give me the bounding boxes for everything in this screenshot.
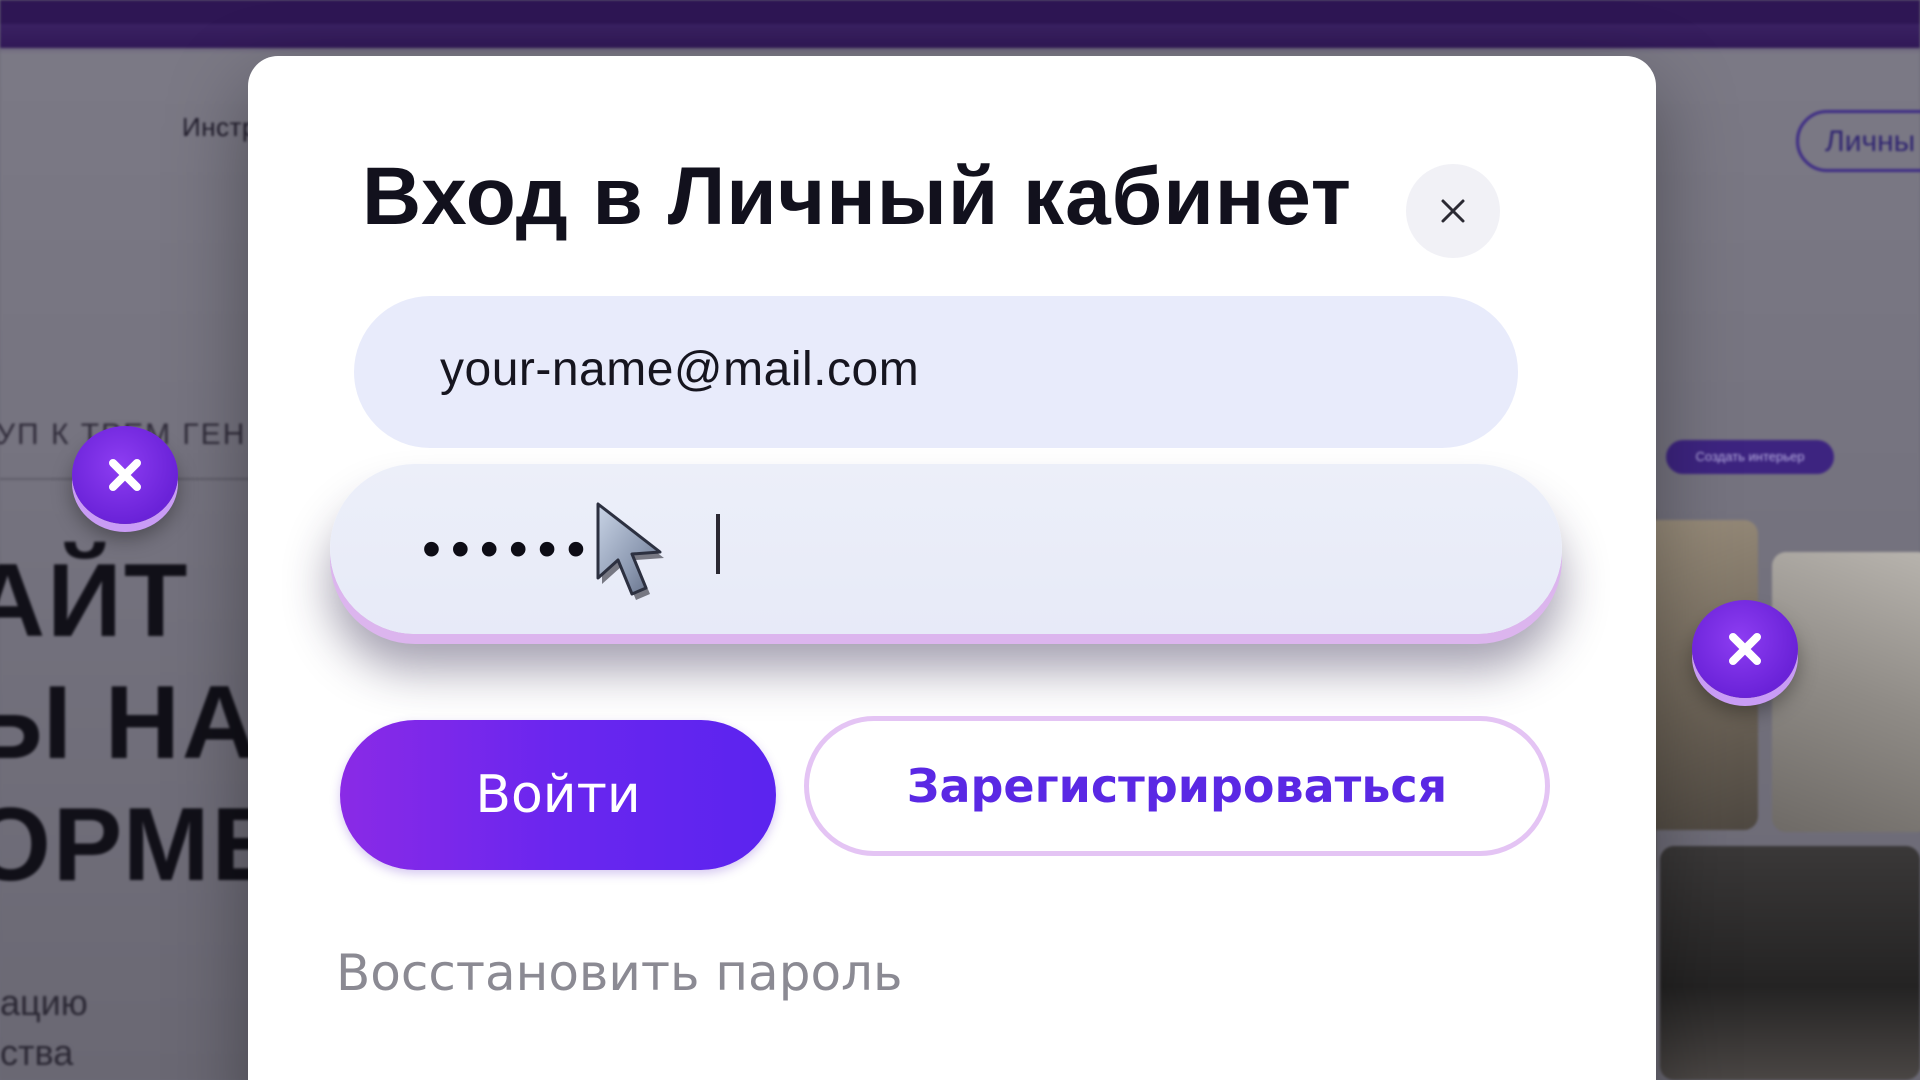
- background-cabinet-button[interactable]: Личны: [1796, 110, 1920, 172]
- login-modal: Вход в Личный кабинет your-name@mail.com…: [248, 56, 1656, 1080]
- background-photo: [1660, 846, 1920, 1080]
- register-button[interactable]: Зарегистрироваться: [804, 716, 1550, 856]
- mouse-pointer-icon: [596, 502, 664, 600]
- close-badge-icon: [72, 426, 178, 524]
- background-photo: [1772, 552, 1920, 832]
- background-topbar-shadow: [0, 24, 1920, 54]
- text-caret: [716, 514, 720, 574]
- close-button[interactable]: [1406, 164, 1500, 258]
- email-value: your-name@mail.com: [440, 343, 920, 396]
- background-create-interior-button[interactable]: Создать интерьер: [1666, 440, 1834, 474]
- screen: Инстр Личны УП К ТРЕМ ГЕН АЙТ Ы НА ОРМЕ …: [0, 0, 1920, 1080]
- restore-password-link[interactable]: Восстановить пароль: [336, 944, 902, 1002]
- background-hero-heading: АЙТ Ы НА ОРМЕ: [0, 543, 283, 903]
- login-button[interactable]: Войти: [340, 720, 776, 870]
- background-nav-link[interactable]: Инстр: [182, 112, 257, 143]
- modal-title: Вход в Личный кабинет: [362, 151, 1352, 242]
- close-badge-icon: [1692, 600, 1798, 698]
- email-field[interactable]: your-name@mail.com: [354, 296, 1518, 448]
- password-field[interactable]: •••••••: [330, 464, 1562, 634]
- background-hero-subtext: ацию ства: [0, 982, 88, 1073]
- close-icon: [1441, 199, 1465, 223]
